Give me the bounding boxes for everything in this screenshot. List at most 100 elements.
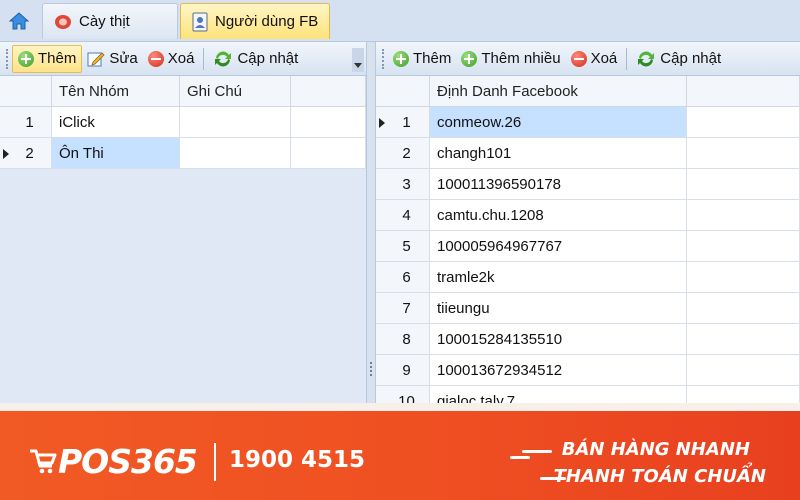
- row-number: 8: [376, 324, 430, 355]
- column-header-empty: [291, 76, 366, 107]
- update-groups-button[interactable]: Cập nhật: [208, 45, 303, 73]
- toolbar-grip[interactable]: [382, 48, 385, 69]
- grid-header-row: Tên Nhóm Ghi Chú: [0, 76, 366, 107]
- slogan-line-2: THANH TOÁN CHUẨN: [553, 466, 766, 487]
- users-toolbar: Thêm Thêm nhiều Xoá Cập nhật: [376, 42, 800, 76]
- delete-label: Xoá: [590, 50, 618, 67]
- add-group-button[interactable]: Thêm: [12, 44, 83, 73]
- add-many-label: Thêm nhiều: [481, 50, 561, 67]
- group-note-cell[interactable]: [180, 138, 291, 169]
- edit-icon: [87, 51, 105, 66]
- groups-panel: Thêm Sửa Xoá Cập nhật Tên Nhóm Ghi Chú 1…: [0, 42, 366, 412]
- facebook-id-cell[interactable]: tiieungu: [430, 293, 687, 324]
- add-many-users-button[interactable]: Thêm nhiều: [456, 45, 565, 73]
- table-row[interactable]: 1 conmeow.26: [376, 107, 800, 138]
- delete-user-button[interactable]: Xoá: [566, 45, 623, 73]
- group-name-cell[interactable]: iClick: [52, 107, 180, 138]
- row-number: 4: [376, 200, 430, 231]
- tab-bar: Cày thịt Người dùng FB: [0, 0, 800, 42]
- table-row[interactable]: 6 tramle2k: [376, 262, 800, 293]
- empty-cell: [687, 200, 800, 231]
- toolbar-overflow-button[interactable]: [352, 48, 364, 72]
- add-user-button[interactable]: Thêm: [388, 45, 456, 73]
- delete-group-button[interactable]: Xoá: [143, 45, 200, 73]
- table-row[interactable]: 5 100005964967767: [376, 231, 800, 262]
- row-number: 3: [376, 169, 430, 200]
- empty-cell: [687, 107, 800, 138]
- tab-label: Cày thịt: [79, 13, 130, 30]
- row-number: 1: [0, 107, 52, 138]
- row-number: 6: [376, 262, 430, 293]
- facebook-id-cell[interactable]: tramle2k: [430, 262, 687, 293]
- table-row[interactable]: 1 iClick: [0, 107, 366, 138]
- facebook-users-grid: Định Danh Facebook 1 conmeow.26 2 changh101…: [376, 76, 800, 412]
- empty-cell: [687, 169, 800, 200]
- chevron-down-icon: [354, 63, 362, 68]
- table-row[interactable]: 4 camtu.chu.1208: [376, 200, 800, 231]
- column-header-note[interactable]: Ghi Chú: [180, 76, 291, 107]
- tab-cay-thit[interactable]: Cày thịt: [42, 3, 178, 39]
- row-header-corner: [0, 76, 52, 107]
- group-note-cell[interactable]: [180, 107, 291, 138]
- home-button[interactable]: [4, 6, 34, 36]
- add-label: Thêm: [38, 50, 77, 67]
- update-label: Cập nhật: [660, 50, 722, 67]
- row-number: 2: [0, 138, 52, 169]
- column-header-facebook-id[interactable]: Định Danh Facebook: [430, 76, 687, 107]
- facebook-id-cell[interactable]: camtu.chu.1208: [430, 200, 687, 231]
- speed-line: [510, 456, 530, 459]
- row-number: 7: [376, 293, 430, 324]
- empty-cell: [687, 293, 800, 324]
- current-row-indicator-icon: [3, 149, 9, 159]
- empty-cell: [291, 138, 366, 169]
- groups-grid: Tên Nhóm Ghi Chú 1 iClick 2 Ôn Thi: [0, 76, 366, 169]
- banner-divider: [214, 443, 216, 481]
- toolbar-grip[interactable]: [6, 48, 9, 69]
- row-number: 5: [376, 231, 430, 262]
- tab-nguoi-dung-fb[interactable]: Người dùng FB: [180, 3, 330, 39]
- splitter-grip[interactable]: [370, 362, 372, 376]
- edit-group-button[interactable]: Sửa: [82, 45, 142, 73]
- facebook-id-cell[interactable]: 100015284135510: [430, 324, 687, 355]
- promo-banner: POS365 1900 4515 BÁN HÀNG NHANH THANH TO…: [0, 403, 800, 500]
- facebook-id-cell[interactable]: changh101: [430, 138, 687, 169]
- facebook-id-cell[interactable]: 100013672934512: [430, 355, 687, 386]
- update-users-button[interactable]: Cập nhật: [631, 45, 726, 73]
- group-name-cell[interactable]: Ôn Thi: [52, 138, 180, 169]
- speed-line: [522, 450, 552, 453]
- refresh-icon: [638, 51, 655, 66]
- facebook-id-cell[interactable]: conmeow.26: [430, 107, 687, 138]
- add-icon: [18, 50, 34, 67]
- slogan-line-1: BÁN HÀNG NHANH: [561, 439, 750, 460]
- table-row[interactable]: 9 100013672934512: [376, 355, 800, 386]
- toolbar-separator: [203, 47, 205, 70]
- delete-icon: [570, 50, 587, 67]
- table-row[interactable]: 7 tiieungu: [376, 293, 800, 324]
- home-icon: [8, 12, 30, 30]
- toolbar-separator: [626, 47, 628, 70]
- groups-toolbar: Thêm Sửa Xoá Cập nhật: [0, 42, 366, 76]
- panel-splitter[interactable]: [366, 42, 376, 412]
- contacts-icon: [192, 12, 208, 31]
- table-row[interactable]: 2 changh101: [376, 138, 800, 169]
- empty-cell: [291, 107, 366, 138]
- table-row[interactable]: 3 100011396590178: [376, 169, 800, 200]
- tab-label: Người dùng FB: [215, 13, 319, 30]
- row-number: 1: [376, 107, 430, 138]
- table-row[interactable]: 8 100015284135510: [376, 324, 800, 355]
- brand-logo: POS365: [28, 437, 198, 485]
- facebook-id-cell[interactable]: 100011396590178: [430, 169, 687, 200]
- row-number: 9: [376, 355, 430, 386]
- table-row[interactable]: 2 Ôn Thi: [0, 138, 366, 169]
- facebook-rows: 1 conmeow.26 2 changh101 3 100011396590178 4 ca…: [376, 107, 800, 412]
- facebook-id-cell[interactable]: 100005964967767: [430, 231, 687, 262]
- cart-icon: [30, 449, 57, 474]
- edit-label: Sửa: [109, 50, 138, 67]
- column-header-group-name[interactable]: Tên Nhóm: [52, 76, 180, 107]
- current-row-indicator-icon: [379, 118, 385, 128]
- add-icon: [393, 50, 409, 67]
- hotline-number: 1900 4515: [229, 447, 366, 473]
- banner-top-stripe: [0, 403, 800, 411]
- add-label: Thêm: [413, 50, 452, 67]
- empty-cell: [687, 231, 800, 262]
